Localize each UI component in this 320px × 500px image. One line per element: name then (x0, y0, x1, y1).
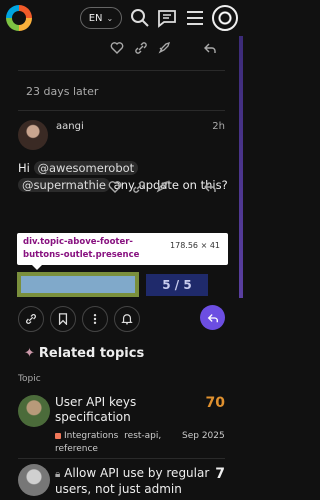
reply-icon[interactable] (203, 180, 217, 194)
post-time[interactable]: 2h (212, 121, 225, 132)
devtools-tooltip: div.topic-above-footer-buttons-outlet.pr… (17, 233, 228, 265)
post-username[interactable]: aangi (56, 121, 84, 132)
more-button[interactable] (82, 306, 108, 332)
divider (18, 458, 225, 459)
link-icon[interactable] (132, 180, 146, 194)
topic-category[interactable]: Integrations (64, 431, 118, 441)
topic-title-wrap[interactable]: 🔒︎ Allow API use by regular users, not j… (55, 466, 215, 497)
time-gap-label: 23 days later (26, 85, 99, 98)
logo-icon[interactable] (6, 5, 32, 31)
chevron-down-icon: ⌄ (106, 13, 114, 23)
reply-button[interactable] (200, 305, 225, 330)
hamburger-icon[interactable] (185, 8, 205, 28)
sparkles-icon: ✦ (24, 346, 35, 361)
topic-tags[interactable]: rest-api, (124, 431, 161, 441)
topic-date: Sep 2025 (182, 431, 225, 441)
user-avatar[interactable] (212, 5, 238, 31)
related-title-text: Related topics (38, 346, 145, 361)
search-icon[interactable] (130, 8, 150, 28)
language-label: EN (88, 12, 103, 24)
lock-icon: 🔒︎ (55, 469, 61, 480)
topic-title[interactable]: Allow API use by regular users, not just… (55, 466, 209, 496)
heart-icon[interactable] (108, 180, 122, 194)
post-actions (0, 177, 243, 199)
timeline-edge (239, 36, 243, 298)
topic-avatar[interactable] (18, 464, 50, 496)
devtools-dimensions: 178.56 × 41 (170, 241, 220, 250)
topic-reply-count: 70 (205, 395, 225, 411)
divider (18, 110, 225, 111)
site-header: EN ⌄ (0, 0, 243, 36)
heart-icon[interactable] (110, 41, 124, 55)
reply-icon[interactable] (203, 41, 217, 55)
bell-icon (121, 314, 133, 325)
chat-icon[interactable] (157, 8, 177, 28)
more-icon (93, 313, 97, 325)
topic-tags-line2[interactable]: reference (55, 443, 245, 456)
rocket-icon[interactable] (157, 41, 171, 55)
notifications-button[interactable] (114, 306, 140, 332)
link-icon[interactable] (134, 41, 148, 55)
timeline-progress[interactable]: 5 / 5 (146, 274, 208, 296)
post-avatar[interactable] (18, 120, 48, 150)
topic-avatar[interactable] (18, 395, 50, 427)
language-selector[interactable]: EN ⌄ (80, 7, 122, 29)
topic-meta: Integrations rest-api, Sep 2025 (55, 430, 245, 443)
mention-link[interactable]: @awesomerobot (33, 161, 139, 175)
topic-column-header: Topic (18, 374, 41, 384)
post-text-prefix: Hi (18, 161, 30, 175)
related-topics-heading: ✦ Related topics (24, 346, 144, 361)
bookmark-icon (58, 313, 68, 325)
share-button[interactable] (18, 306, 44, 332)
bookmark-button[interactable] (50, 306, 76, 332)
inspected-element-highlight (17, 272, 139, 297)
topic-reply-count: 7 (215, 466, 225, 482)
post-actions-previous (0, 38, 243, 60)
divider (18, 70, 225, 71)
reply-icon (207, 313, 218, 322)
topic-title[interactable]: User API keys specification (55, 395, 205, 425)
link-icon (26, 314, 36, 324)
rocket-icon[interactable] (155, 180, 169, 194)
tooltip-arrow (32, 265, 42, 270)
category-swatch (55, 432, 61, 439)
devtools-selector: div.topic-above-footer-buttons-outlet.pr… (23, 237, 140, 260)
